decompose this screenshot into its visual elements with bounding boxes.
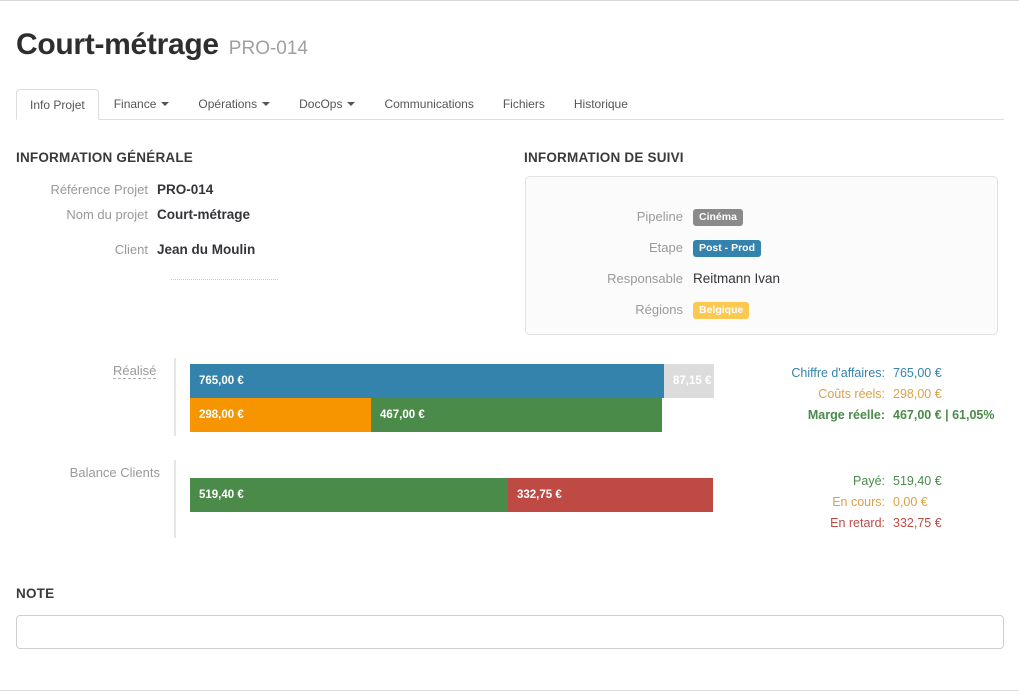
field-label: Etape [649,240,683,255]
chevron-down-icon [161,102,170,106]
legend-row-couts-reels: Coûts réels: 298,00 € [735,387,1005,408]
bar-segment-en-retard: 332,75 € [508,478,713,512]
legend-key: En cours: [832,495,885,509]
field-value-reference-projet: PRO-014 [157,182,214,197]
bar-segment-chiffre-affaires: 765,00 € [190,364,664,398]
legend-row-paye: Payé: 519,40 € [735,474,1005,495]
bar-row-balance: 519,40 € 332,75 € [190,478,713,512]
bar-segment-paye: 519,40 € [190,478,508,512]
field-value-client[interactable]: Jean du Moulin [157,242,255,257]
legend-value: 298,00 € [893,387,942,401]
legend-value: 765,00 € [893,366,942,380]
field-row-nom-du-projet: Nom du projet Court-métrage [0,207,500,222]
tab-historique[interactable]: Historique [560,89,642,119]
field-value-nom-du-projet: Court-métrage [157,207,251,222]
chart-divider [174,358,176,436]
field-label: Client [114,242,148,257]
field-label: Référence Projet [50,182,148,197]
general-information-block: Référence Projet PRO-014 Nom du projet C… [0,182,500,267]
tab-label: Info Projet [30,97,85,112]
page-header: Court-métrage PRO-014 [16,28,308,62]
legend-value: 0,00 € [893,495,928,509]
field-label: Responsable [607,271,683,286]
tab-bar: Info Projet Finance Opérations DocOps Co… [16,89,1004,120]
tab-label: Historique [573,97,628,111]
tab-label: Finance [113,97,157,111]
tab-label: Fichiers [502,97,545,111]
tab-label: DocOps [299,97,343,111]
tab-label: Communications [384,97,474,111]
field-row-reference-projet: Référence Projet PRO-014 [0,182,500,197]
legend-key: Marge réelle: [807,408,885,422]
legend-realise: Chiffre d'affaires: 765,00 € Coûts réels… [735,366,1005,429]
legend-balance-clients: Payé: 519,40 € En cours: 0,00 € En retar… [735,474,1005,537]
field-row-client: Client Jean du Moulin [0,242,500,257]
tab-operations[interactable]: Opérations [184,89,284,119]
tab-label: Opérations [198,97,258,111]
legend-key: En retard: [830,516,885,530]
legend-row-en-cours: En cours: 0,00 € [735,495,1005,516]
tab-fichiers[interactable]: Fichiers [489,89,559,119]
legend-key: Coûts réels: [818,387,885,401]
bar-segment-couts-reels: 298,00 € [190,398,371,432]
bar-row-couts-marge: 298,00 € 467,00 € [190,398,662,432]
section-title-information-de-suivi: INFORMATION DE SUIVI [524,150,684,165]
legend-value: 332,75 € [893,516,942,530]
bar-segment-reste: 87,15 € [664,364,714,398]
tab-communications[interactable]: Communications [370,89,487,119]
chart-title-realise[interactable]: Réalisé [113,363,157,379]
section-title-note: NOTE [16,586,55,601]
legend-row-marge-reelle: Marge réelle: 467,00 € | 61,05% [735,408,1005,429]
bar-segment-marge-reelle: 467,00 € [371,398,662,432]
section-title-information-generale: INFORMATION GÉNÉRALE [16,150,193,165]
chart-title-balance-clients: Balance Clients [69,465,160,480]
chart-divider [174,460,176,538]
note-input[interactable] [16,615,1004,649]
field-row-responsable: Responsable Reitmann Ivan [526,263,997,294]
project-detail-page: Court-métrage PRO-014 Info Projet Financ… [0,0,1019,691]
chevron-down-icon [347,102,356,106]
page-title: Court-métrage [16,28,219,61]
bar-row-chiffre-affaires: 765,00 € 87,15 € [190,364,714,398]
legend-key: Chiffre d'affaires: [791,366,885,380]
legend-row-en-retard: En retard: 332,75 € [735,516,1005,537]
chevron-down-icon [262,102,271,106]
project-reference-subtitle: PRO-014 [228,38,308,59]
field-label: Pipeline [636,209,683,224]
legend-value: 467,00 € | 61,05% [893,408,995,422]
status-badge-regions: Belgique [693,302,750,319]
field-row-regions: Régions Belgique [526,294,997,325]
status-badge-pipeline: Cinéma [693,209,743,226]
client-underline [171,279,278,280]
legend-row-chiffre-affaires: Chiffre d'affaires: 765,00 € [735,366,1005,387]
field-label: Nom du projet [66,207,148,222]
field-row-pipeline: Pipeline Cinéma [526,201,997,232]
field-row-etape: Etape Post - Prod [526,232,997,263]
status-badge-etape: Post - Prod [693,240,762,257]
legend-key: Payé: [853,474,885,488]
field-label: Régions [635,302,683,317]
field-value-responsable: Reitmann Ivan [693,271,781,286]
legend-value: 519,40 € [893,474,942,488]
tab-info-projet[interactable]: Info Projet [16,89,99,120]
suivi-information-card: Pipeline Cinéma Etape Post - Prod Respon… [525,176,998,335]
tab-finance[interactable]: Finance [100,89,184,119]
tab-docops[interactable]: DocOps [285,89,369,119]
top-divider [0,0,1019,1]
